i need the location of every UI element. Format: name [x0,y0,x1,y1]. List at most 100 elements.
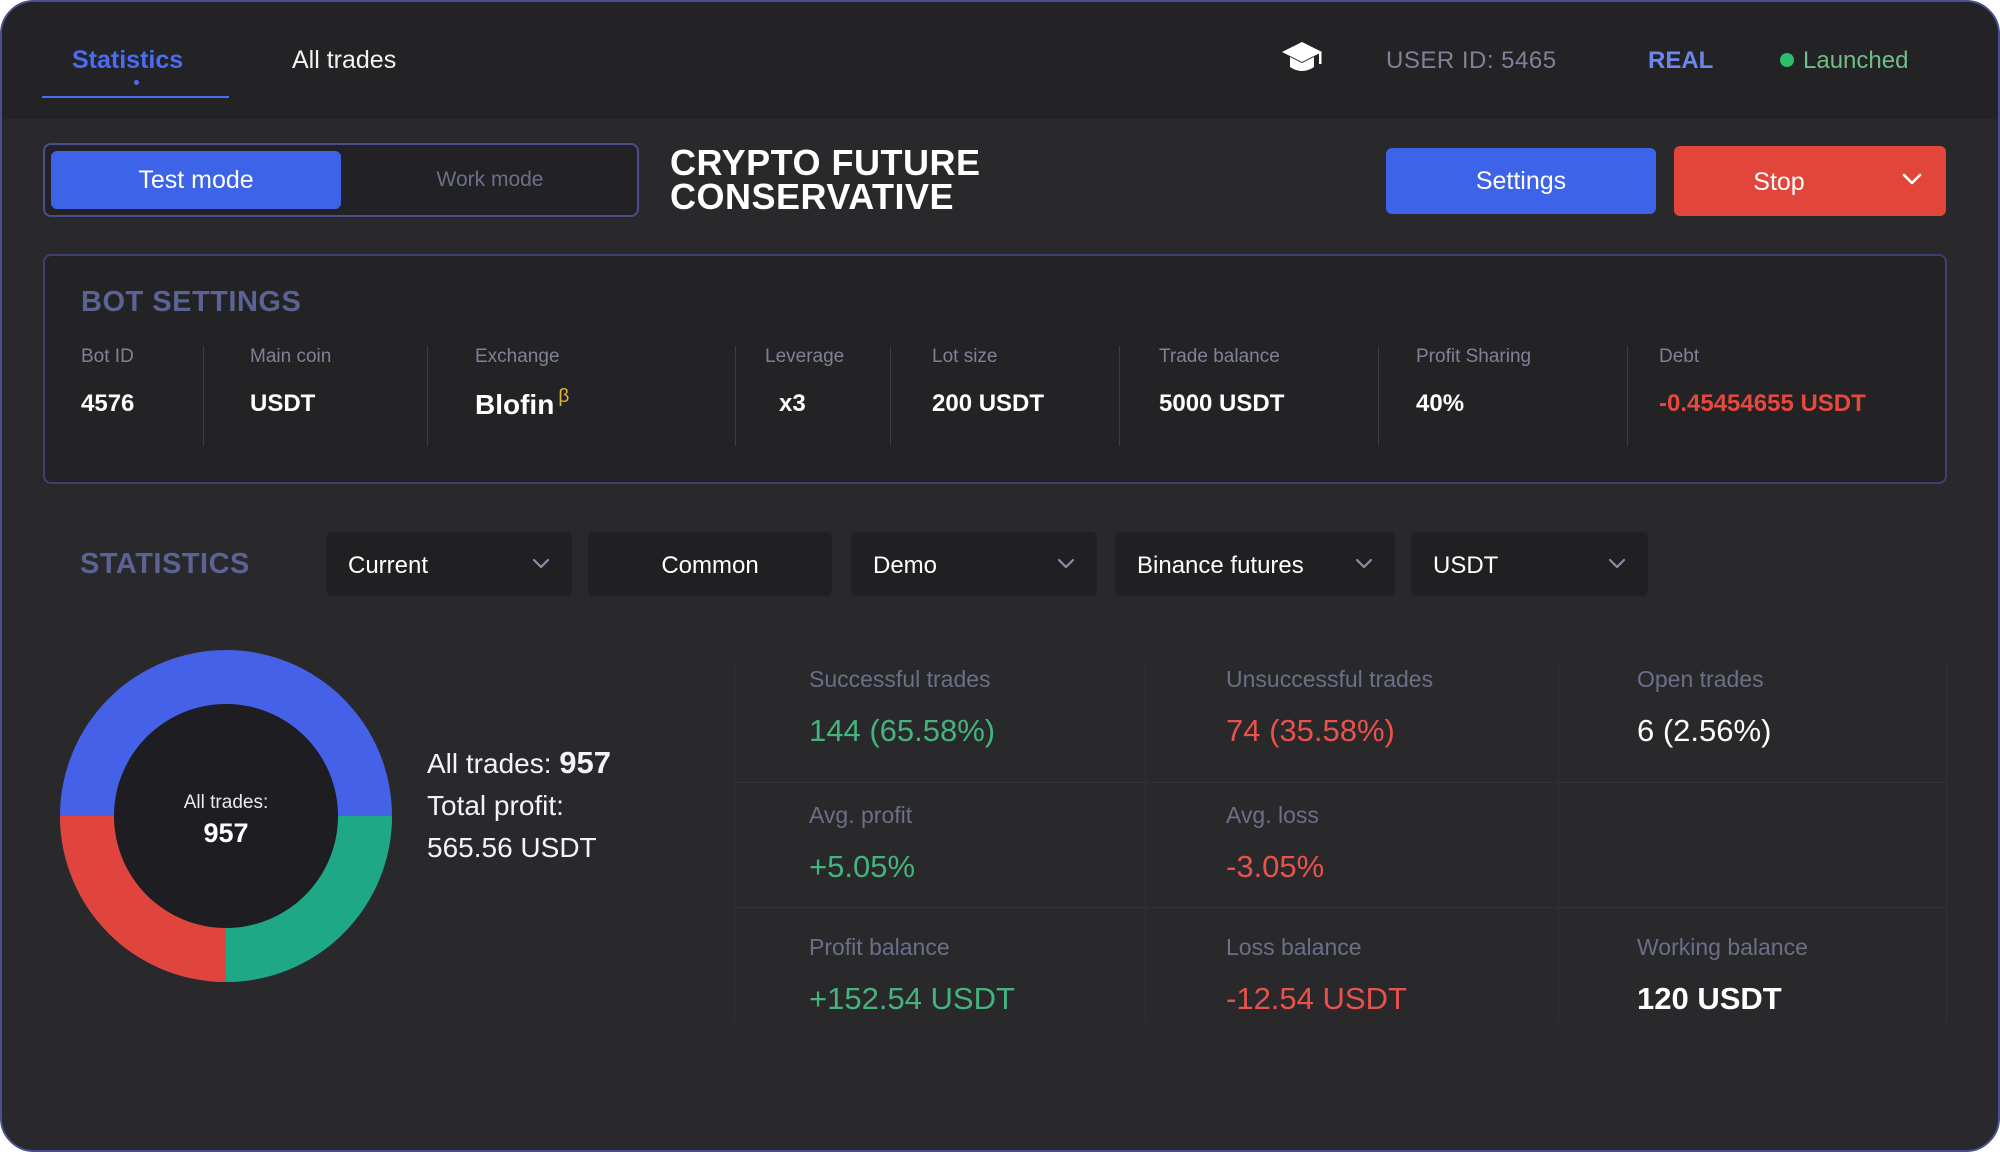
metric-unsuccessful-trades: Unsuccessful trades 74 (35.58%) [1226,666,1433,749]
status-dot-icon [1780,53,1794,67]
period-dropdown[interactable]: Current [326,532,572,596]
field-value: 4576 [81,390,135,417]
metric-label: Working balance [1637,934,1808,960]
total-profit-label: Total profit: [427,790,564,821]
field-label: Trade balance [1159,346,1280,367]
field-profit-sharing: Profit Sharing 40% [1416,346,1531,418]
test-mode-button[interactable]: Test mode [51,151,341,209]
metric-label: Successful trades [809,666,991,692]
metric-value: 144 (65.58%) [809,713,996,748]
app-window: Statistics All trades USER ID: 5465 REAL… [0,0,2000,1152]
graduation-cap-icon[interactable] [1280,38,1324,78]
grid-divider [734,907,1946,908]
field-lot-size: Lot size 200 USDT [932,346,1044,418]
metric-open-trades: Open trades 6 (2.56%) [1637,666,1771,749]
active-tab-dot [134,80,139,85]
divider [203,346,204,446]
metric-label: Avg. loss [1226,802,1319,828]
statistics-title: STATISTICS [80,548,250,580]
donut-label-text: All trades: [183,792,269,813]
divider [427,346,428,446]
chevron-down-icon [1057,558,1075,569]
field-leverage: Leverage x3 [765,346,844,418]
user-id: USER ID: 5465 [1386,47,1557,74]
field-label: Leverage [765,346,845,367]
field-main-coin: Main coin USDT [250,346,331,418]
divider [1119,346,1120,446]
donut-center-label: All trades: 957 [126,792,326,849]
totals-summary: All trades: 957 Total profit: 565.56 USD… [427,742,611,869]
exchange-dropdown[interactable]: Binance futures [1115,532,1395,596]
field-value: -0.45454655 USDT [1659,390,1866,417]
field-label: Profit Sharing [1416,346,1532,367]
metric-value: 6 (2.56%) [1637,713,1772,748]
metric-label: Profit balance [809,934,950,960]
metric-value: 74 (35.58%) [1226,713,1395,748]
field-value: Blofin β [475,386,569,421]
field-label: Exchange [475,346,560,367]
metric-value: -3.05% [1226,849,1325,884]
divider [1627,346,1628,446]
dropdown-value: Common [661,552,759,579]
stop-button[interactable]: Stop [1674,146,1946,216]
grid-divider [1946,662,1947,1022]
total-profit-value: 565.56 USDT [427,832,597,863]
divider [1378,346,1379,446]
top-bar: Statistics All trades USER ID: 5465 REAL… [2,2,1998,119]
chevron-down-icon[interactable] [1902,172,1922,186]
dropdown-value: Demo [873,552,938,579]
beta-badge: β [558,386,570,407]
bot-title-line1: CRYPTO FUTURE [670,142,981,183]
work-mode-button[interactable]: Work mode [345,151,635,209]
tab-all-trades[interactable]: All trades [292,46,396,75]
field-bot-id: Bot ID 4576 [81,346,134,418]
common-filter-button[interactable]: Common [588,532,832,596]
chevron-down-icon [1608,558,1626,569]
coin-dropdown[interactable]: USDT [1411,532,1648,596]
metric-profit-balance: Profit balance +152.54 USDT [809,934,1015,1017]
field-value: 200 USDT [932,390,1045,417]
dropdown-value: USDT [1433,552,1499,579]
field-label: Bot ID [81,346,134,367]
stop-button-label: Stop [1753,168,1805,196]
exchange-name: Blofin [475,389,555,420]
metric-value: 120 USDT [1637,981,1782,1016]
field-debt: Debt -0.45454655 USDT [1659,346,1866,418]
field-label: Lot size [932,346,998,367]
field-value: 5000 USDT [1159,390,1285,417]
mode-switch: Test mode Work mode [43,143,639,217]
divider [890,346,891,446]
divider [735,346,736,446]
metric-avg-profit: Avg. profit +5.05% [809,802,915,885]
metric-working-balance: Working balance 120 USDT [1637,934,1808,1017]
metric-value: +152.54 USDT [809,981,1015,1016]
bot-title-line2: CONSERVATIVE [670,176,955,217]
metric-avg-loss: Avg. loss -3.05% [1226,802,1324,885]
all-trades-total: All trades: 957 [427,742,611,785]
field-value: 40% [1416,390,1465,417]
grid-divider [1145,662,1146,1022]
settings-button[interactable]: Settings [1386,148,1656,214]
field-value: USDT [250,390,316,417]
chevron-down-icon [532,558,550,569]
bot-settings-title: BOT SETTINGS [81,286,302,318]
metric-loss-balance: Loss balance -12.54 USDT [1226,934,1407,1017]
field-trade-balance: Trade balance 5000 USDT [1159,346,1284,418]
tab-statistics[interactable]: Statistics [72,46,183,75]
metric-value: +5.05% [809,849,916,884]
account-dropdown[interactable]: Demo [851,532,1097,596]
donut-label-value: 957 [203,818,249,848]
field-value: x3 [779,390,806,417]
grid-divider [1558,662,1559,1022]
field-label: Debt [1659,346,1700,367]
chevron-down-icon [1355,558,1373,569]
bot-title: CRYPTO FUTURE CONSERVATIVE [670,142,1090,217]
metric-label: Unsuccessful trades [1226,666,1434,692]
field-exchange: Exchange Blofin β [475,346,569,421]
dropdown-value: Binance futures [1137,552,1304,579]
metric-value: -12.54 USDT [1226,981,1407,1016]
all-trades-value: 957 [559,745,612,780]
metric-successful-trades: Successful trades 144 (65.58%) [809,666,995,749]
bot-status: Launched [1803,47,1909,74]
account-type-real[interactable]: REAL [1648,47,1713,75]
